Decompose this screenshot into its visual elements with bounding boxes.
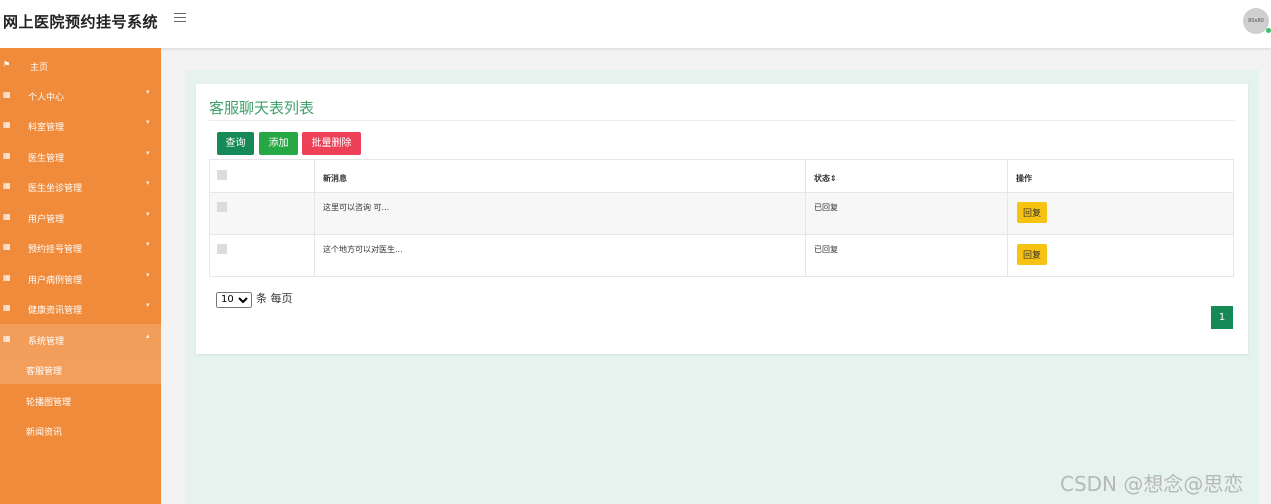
query-button[interactable]: 查询 xyxy=(217,132,254,155)
online-status-dot xyxy=(1266,28,1271,33)
chevron-down-icon: ▾ xyxy=(146,271,150,279)
row-select-cell xyxy=(209,234,315,277)
sidebar-item-label: 医生坐诊管理 xyxy=(28,184,83,194)
grid-icon: ▦ xyxy=(3,181,11,190)
chevron-down-icon: ▾ xyxy=(146,240,150,248)
sidebar: ⚑ 主页 ▦ 个人中心 ▾ ▦ 科室管理 ▾ ▦ 医生管理 ▾ ▦ 医生坐诊管理… xyxy=(0,48,161,504)
reply-button[interactable]: 回复 xyxy=(1017,244,1048,265)
sidebar-item-health-news[interactable]: ▦ 健康资讯管理 ▾ xyxy=(0,293,161,323)
table-header-row: 新消息 状态⇕ 操作 xyxy=(209,159,1234,193)
sidebar-item-home[interactable]: ⚑ 主页 xyxy=(0,50,161,80)
table-row: 这个地方可以对医生... 已回复 回复 xyxy=(209,234,1234,277)
sidebar-subitem-label: 轮播图管理 xyxy=(26,398,72,408)
action-cell: 回复 xyxy=(1007,192,1234,235)
sidebar-item-label: 系统管理 xyxy=(28,337,65,347)
sidebar-subitem-customer-service[interactable]: 客服管理 xyxy=(0,354,161,384)
sidebar-subitem-label: 客服管理 xyxy=(26,367,63,377)
message-cell: 这个地方可以对医生... xyxy=(314,234,806,277)
per-page-label: 条 每页 xyxy=(256,292,293,305)
sidebar-item-department[interactable]: ▦ 科室管理 ▾ xyxy=(0,110,161,140)
add-button[interactable]: 添加 xyxy=(259,132,298,155)
sidebar-item-label: 个人中心 xyxy=(28,93,65,103)
column-header-status[interactable]: 状态⇕ xyxy=(805,159,1008,193)
chevron-up-icon: ▴ xyxy=(146,332,150,340)
watermark: CSDN @想念@思恋 xyxy=(1060,472,1244,496)
grid-icon: ▦ xyxy=(3,90,11,99)
batch-delete-button[interactable]: 批量删除 xyxy=(302,132,361,155)
chevron-down-icon: ▾ xyxy=(146,149,150,157)
top-bar: 网上医院预约挂号系统 80x80 xyxy=(0,0,1271,48)
sidebar-item-label: 主页 xyxy=(30,63,49,73)
sidebar-item-personal-center[interactable]: ▦ 个人中心 ▾ xyxy=(0,80,161,110)
grid-icon: ▦ xyxy=(3,242,11,251)
sidebar-item-label: 科室管理 xyxy=(28,123,65,133)
data-table: 新消息 状态⇕ 操作 这里可以咨询 可... 已回复 回复 这个地方可以对医生.… xyxy=(209,159,1234,277)
row-checkbox[interactable] xyxy=(217,202,227,212)
action-cell: 回复 xyxy=(1007,234,1234,277)
chevron-down-icon: ▾ xyxy=(146,88,150,96)
list-panel: 客服聊天表列表 查询 添加 批量删除 新消息 状态⇕ 操作 这里可以咨询 可..… xyxy=(196,84,1248,354)
app-title: 网上医院预约挂号系统 xyxy=(3,13,159,31)
select-all-header xyxy=(209,159,315,193)
page-title: 客服聊天表列表 xyxy=(209,99,315,117)
sidebar-item-label: 用户病例管理 xyxy=(28,276,83,286)
status-cell: 已回复 xyxy=(805,192,1008,235)
sidebar-item-label: 医生管理 xyxy=(28,154,65,164)
chevron-down-icon: ▾ xyxy=(146,301,150,309)
sidebar-item-label: 用户管理 xyxy=(28,215,65,225)
page-button-current[interactable]: 1 xyxy=(1211,306,1233,329)
grid-icon: ▦ xyxy=(3,273,11,282)
sidebar-item-label: 预约挂号管理 xyxy=(28,245,83,255)
chevron-down-icon: ▾ xyxy=(146,210,150,218)
message-cell: 这里可以咨询 可... xyxy=(314,192,806,235)
sidebar-subitem-label: 新闻资讯 xyxy=(26,428,63,438)
column-header-action: 操作 xyxy=(1007,159,1234,193)
chevron-down-icon: ▾ xyxy=(146,118,150,126)
column-header-message: 新消息 xyxy=(314,159,806,193)
row-checkbox[interactable] xyxy=(217,244,227,254)
sidebar-item-appointment[interactable]: ▦ 预约挂号管理 ▾ xyxy=(0,232,161,262)
sidebar-item-system[interactable]: ▦ 系统管理 ▴ xyxy=(0,324,161,354)
grid-icon: ▦ xyxy=(3,303,11,312)
page-size-select[interactable]: 10 xyxy=(216,291,252,308)
menu-toggle-icon[interactable] xyxy=(174,13,186,25)
reply-button[interactable]: 回复 xyxy=(1017,202,1048,223)
grid-icon: ▦ xyxy=(3,151,11,160)
sidebar-item-label: 健康资讯管理 xyxy=(28,306,83,316)
sidebar-item-medical-record[interactable]: ▦ 用户病例管理 ▾ xyxy=(0,263,161,293)
grid-icon: ▦ xyxy=(3,212,11,221)
page-size-control: 10 条 每页 xyxy=(216,290,293,308)
title-divider xyxy=(209,120,1235,121)
sidebar-item-doctor-schedule[interactable]: ▦ 医生坐诊管理 ▾ xyxy=(0,171,161,201)
flag-icon: ⚑ xyxy=(3,60,11,69)
grid-icon: ▦ xyxy=(3,334,11,343)
sidebar-item-user[interactable]: ▦ 用户管理 ▾ xyxy=(0,202,161,232)
sidebar-item-doctor[interactable]: ▦ 医生管理 ▾ xyxy=(0,141,161,171)
chevron-down-icon: ▾ xyxy=(146,179,150,187)
status-cell: 已回复 xyxy=(805,234,1008,277)
sidebar-subitem-carousel[interactable]: 轮播图管理 xyxy=(0,385,161,415)
sort-icon: ⇕ xyxy=(830,174,837,183)
grid-icon: ▦ xyxy=(3,120,11,129)
sidebar-subitem-news[interactable]: 新闻资讯 xyxy=(0,415,161,445)
select-all-checkbox[interactable] xyxy=(217,170,227,180)
row-select-cell xyxy=(209,192,315,235)
table-row: 这里可以咨询 可... 已回复 回复 xyxy=(209,192,1234,235)
